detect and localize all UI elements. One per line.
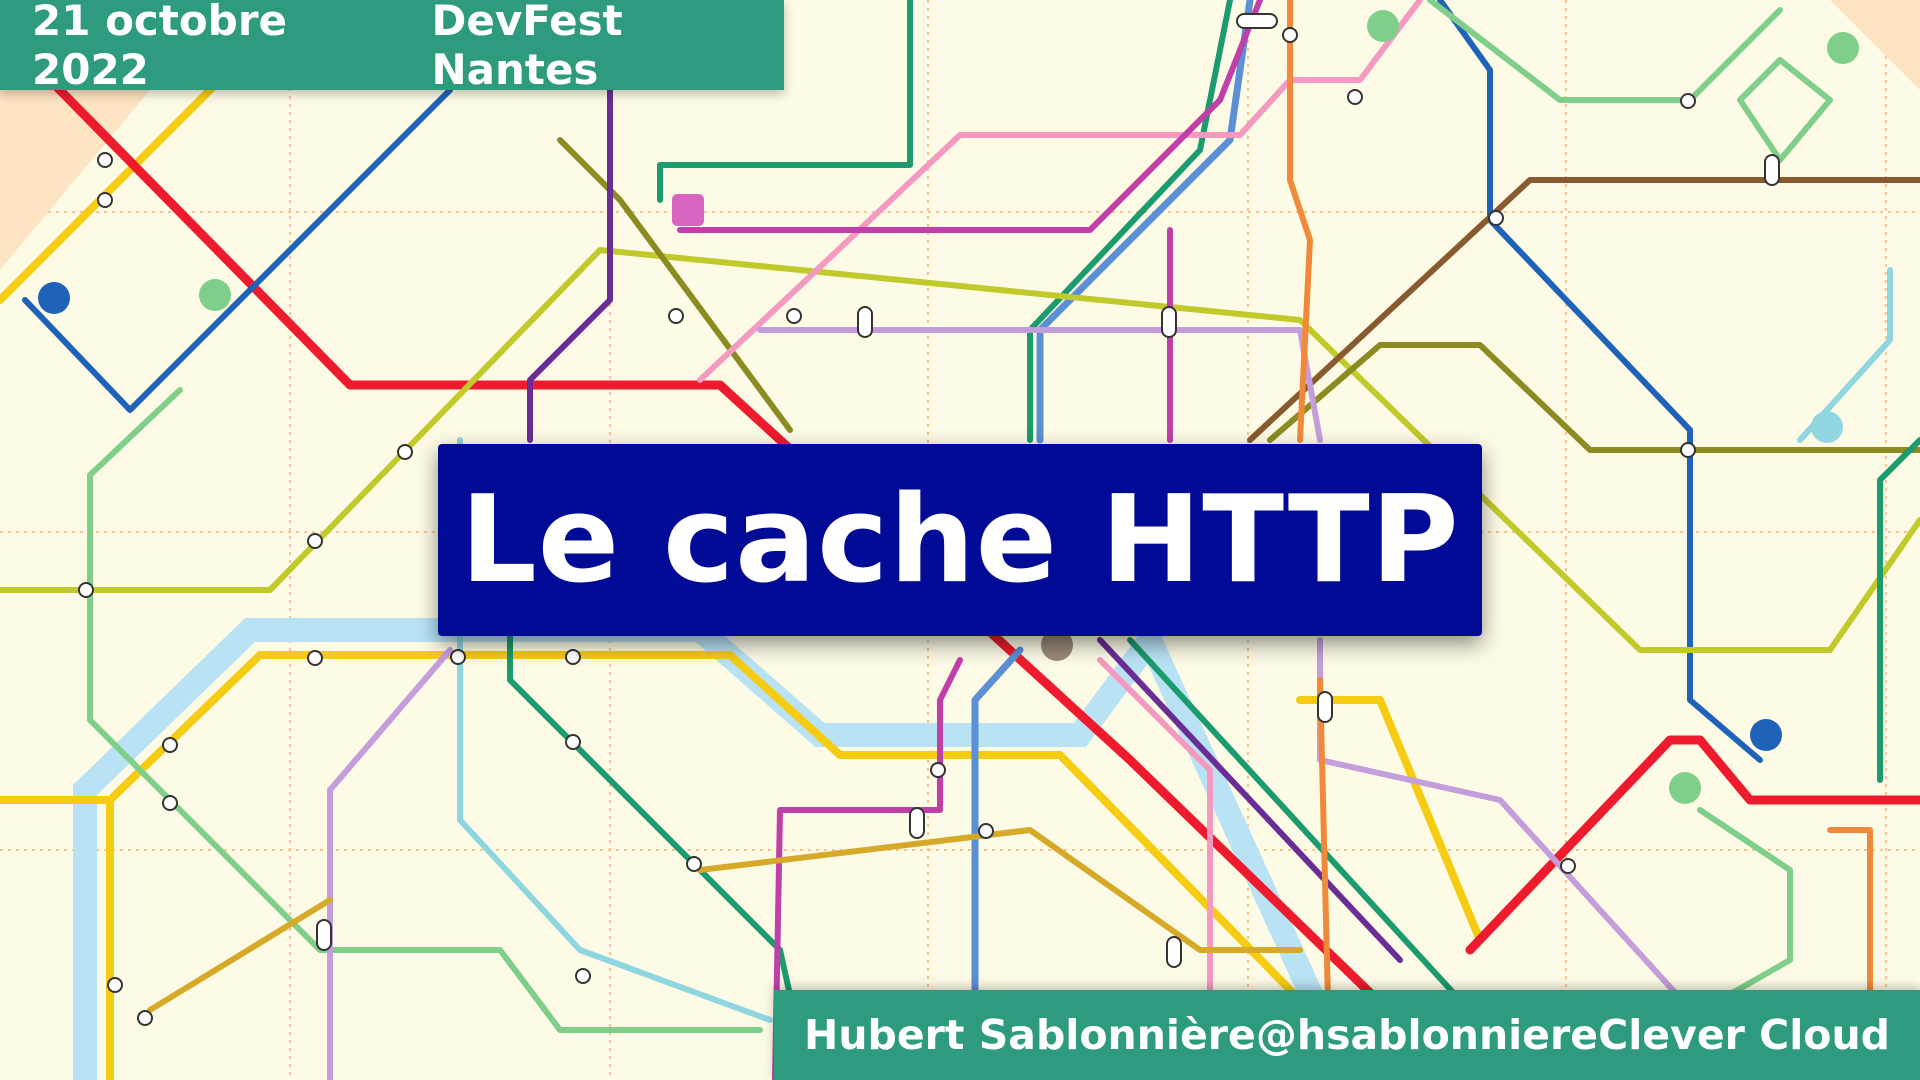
speaker-company: Clever Cloud <box>1598 1011 1890 1059</box>
speaker-name: Hubert Sablonnière <box>804 1011 1256 1059</box>
event-banner: 21 octobre 2022 DevFest Nantes <box>0 0 784 94</box>
line-cyan <box>1797 267 1893 443</box>
speaker-banner: Hubert Sablonnière @hsablonniere Clever … <box>774 990 1920 1080</box>
event-name: DevFest Nantes <box>431 0 623 94</box>
corner-shape <box>0 90 150 270</box>
line-green <box>1027 0 1233 443</box>
line-gold <box>147 897 333 1013</box>
slide-title-box: Le cache HTTP <box>438 444 1482 636</box>
line-lilac <box>327 647 453 1080</box>
line-brown <box>1247 177 1920 443</box>
line-light-green <box>1697 807 1793 1003</box>
line-light-green <box>1427 0 1783 103</box>
line-orange <box>1827 827 1873 993</box>
slide-title: Le cache HTTP <box>460 470 1460 610</box>
speaker-handle: @hsablonniere <box>1255 1011 1599 1059</box>
line-light-green <box>1737 57 1833 163</box>
line-blue <box>1437 0 1763 763</box>
event-date: 21 octobre 2022 <box>32 0 288 94</box>
line-pink <box>697 0 1423 383</box>
